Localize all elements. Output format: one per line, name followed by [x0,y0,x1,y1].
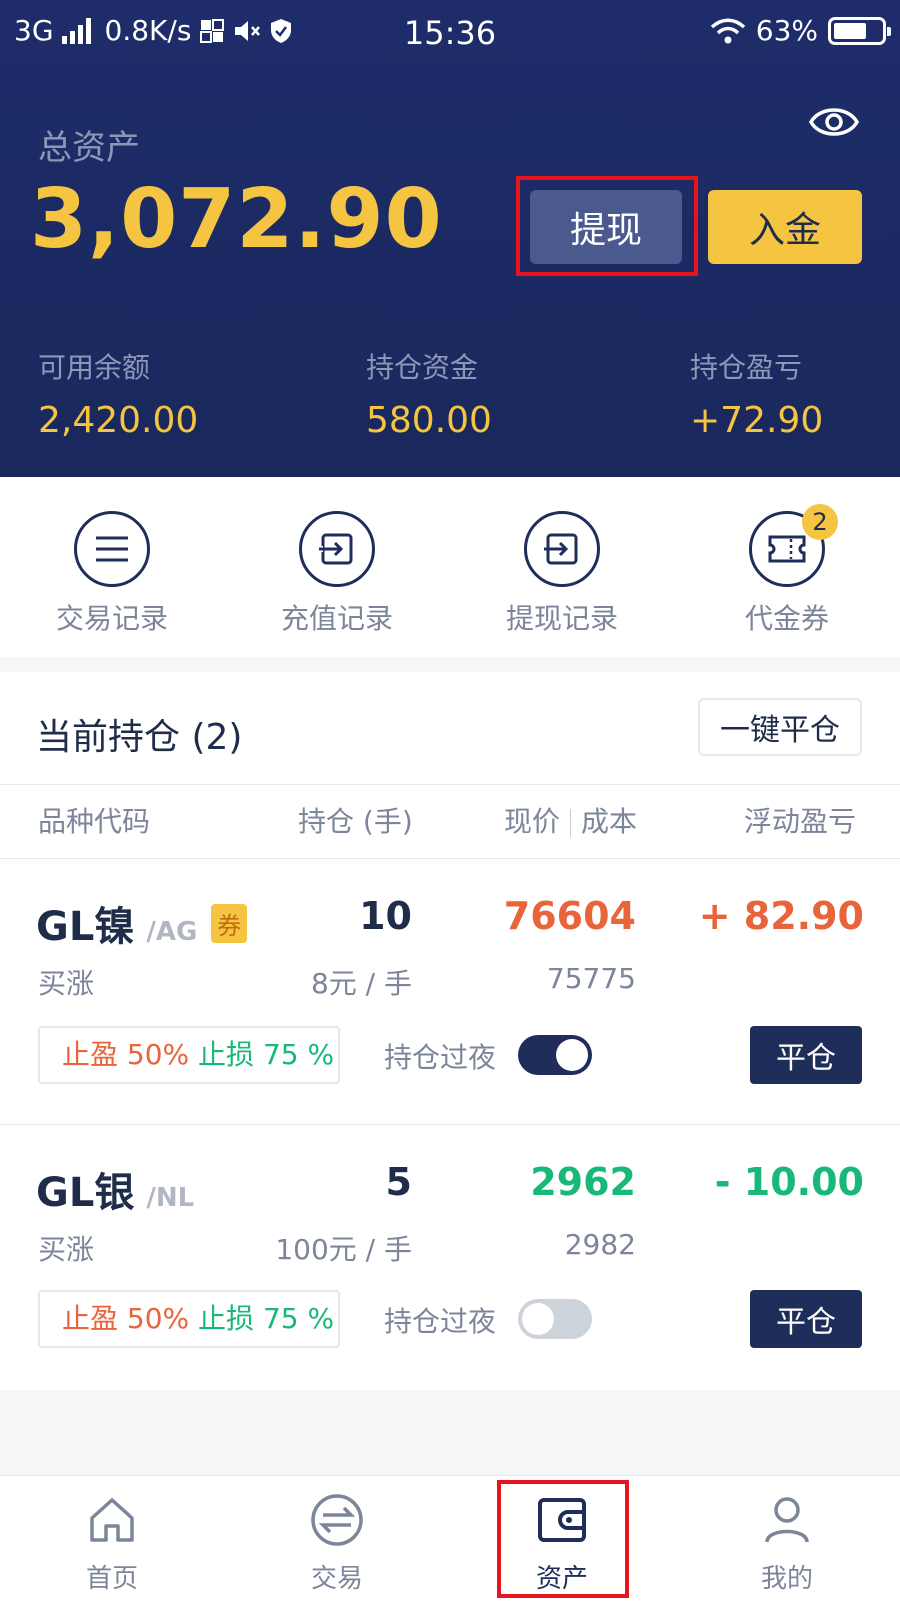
battery-icon [828,16,891,45]
position-name: GL银/NL [36,1160,194,1218]
quick-label: 提现记录 [505,602,618,635]
col-header-pnl: 浮动盈亏 [744,805,857,838]
nav-label: 交易 [310,1564,363,1594]
stat-value: 2,420.00 [38,400,199,441]
nav-trade[interactable]: 交易 [257,1492,417,1595]
position-pnl: + 82.90 [698,894,864,938]
status-bar: 3G 0.8K/s 15:36 63% [0,0,900,64]
quick-label: 代金券 [744,602,829,635]
stop-loss: 止损 75 % [198,1302,335,1335]
ticket-icon: 2 [749,504,838,587]
divider [0,784,900,785]
stat-label: 持仓资金 [366,351,479,384]
list-icon [74,511,150,587]
battery-percent: 63% [755,14,818,47]
col-header-code: 品种代码 [38,805,151,838]
col-header-price-cost: 现价 成本 [504,800,637,840]
total-assets-label: 总资产 [38,128,140,168]
tp-sl-setting[interactable]: 止盈 50% 止损 75 % [38,1290,340,1348]
position-code: /NL [146,1183,195,1213]
take-profit: 止盈 50% [62,1302,190,1335]
nav-home[interactable]: 首页 [32,1492,192,1595]
stat-label: 可用余额 [38,351,151,384]
stat-available-balance: 可用余额 2,420.00 [38,346,198,441]
quick-actions: 交易记录 充值记录 提现记录 2 代金券 [0,477,900,657]
position-pnl: - 10.00 [714,1160,864,1204]
stop-loss: 止损 75 % [198,1038,335,1071]
quick-label: 交易记录 [55,602,168,635]
quick-deposit-records[interactable]: 充值记录 [257,511,417,637]
position-unit: 100元 / 手 [275,1233,412,1266]
overnight-toggle[interactable] [518,1035,592,1075]
position-unit: 8元 / 手 [310,967,412,1000]
stat-value: +72.90 [690,400,824,441]
coupon-tag: 券 [211,904,248,943]
user-icon [765,1497,809,1543]
close-position-button[interactable]: 平仓 [750,1026,862,1084]
holdings-title: 当前持仓 (2) [36,717,243,758]
quick-label: 充值记录 [280,602,393,635]
col-header-qty: 持仓 (手) [298,805,413,838]
quick-withdraw-records[interactable]: 提现记录 [482,511,642,637]
position-code: /AG [146,917,198,947]
overnight-label: 持仓过夜 [384,1041,497,1074]
holdings-panel: 当前持仓 (2) 一键平仓 品种代码 持仓 (手) 现价 成本 浮动盈亏 GL镍 /… [0,672,900,1390]
take-profit: 止盈 50% [62,1038,190,1071]
position-cost: 75775 [546,962,636,995]
position-price: 76604 [503,894,636,938]
asset-header: 3G 0.8K/s 15:36 63% 总资产 3,072.90 提现 入金 可… [0,0,900,477]
stat-label: 持仓盈亏 [690,351,803,384]
col-header-price: 现价 [504,805,561,838]
toggle-visibility-eye-icon[interactable] [808,98,860,146]
col-header-cost: 成本 [581,805,638,838]
home-icon [90,1498,134,1542]
bottom-navigation: 首页 交易 资产 我的 [0,1475,900,1601]
position-direction: 买涨 [38,967,95,1000]
overnight-label: 持仓过夜 [384,1305,497,1338]
stat-position-funds: 持仓资金 580.00 [366,346,492,441]
position-cost: 2982 [564,1228,636,1261]
withdraw-highlight-box [516,176,698,276]
quick-coupons[interactable]: 2 代金券 [707,504,867,637]
overnight-toggle[interactable] [518,1299,592,1339]
exchange-icon [311,1494,363,1546]
position-name-text: GL银 [36,1170,135,1216]
assets-tab-highlight-box [497,1480,629,1598]
stat-position-pnl: 持仓盈亏 +72.90 [690,346,823,441]
position-qty: 10 [359,894,412,938]
deposit-record-icon [299,511,375,587]
withdraw-record-icon [524,511,600,587]
stat-value: 580.00 [366,400,492,441]
position-qty: 5 [385,1160,412,1204]
coupon-count-badge: 2 [802,504,838,540]
nav-profile[interactable]: 我的 [707,1492,867,1595]
divider [0,1124,900,1125]
divider [0,858,900,859]
wifi-icon [710,18,745,43]
position-name-text: GL镍 [36,904,135,950]
nav-label: 我的 [760,1564,813,1594]
position-direction: 买涨 [38,1233,95,1266]
tp-sl-setting[interactable]: 止盈 50% 止损 75 % [38,1026,340,1084]
quick-trade-records[interactable]: 交易记录 [32,511,192,637]
close-all-button[interactable]: 一键平仓 [698,698,862,756]
deposit-button[interactable]: 入金 [708,190,862,264]
close-position-button[interactable]: 平仓 [750,1290,862,1348]
total-assets-value: 3,072.90 [30,172,443,267]
position-price: 2962 [530,1160,636,1204]
position-name: GL镍/AG 券 [36,894,248,952]
nav-label: 首页 [85,1564,138,1594]
